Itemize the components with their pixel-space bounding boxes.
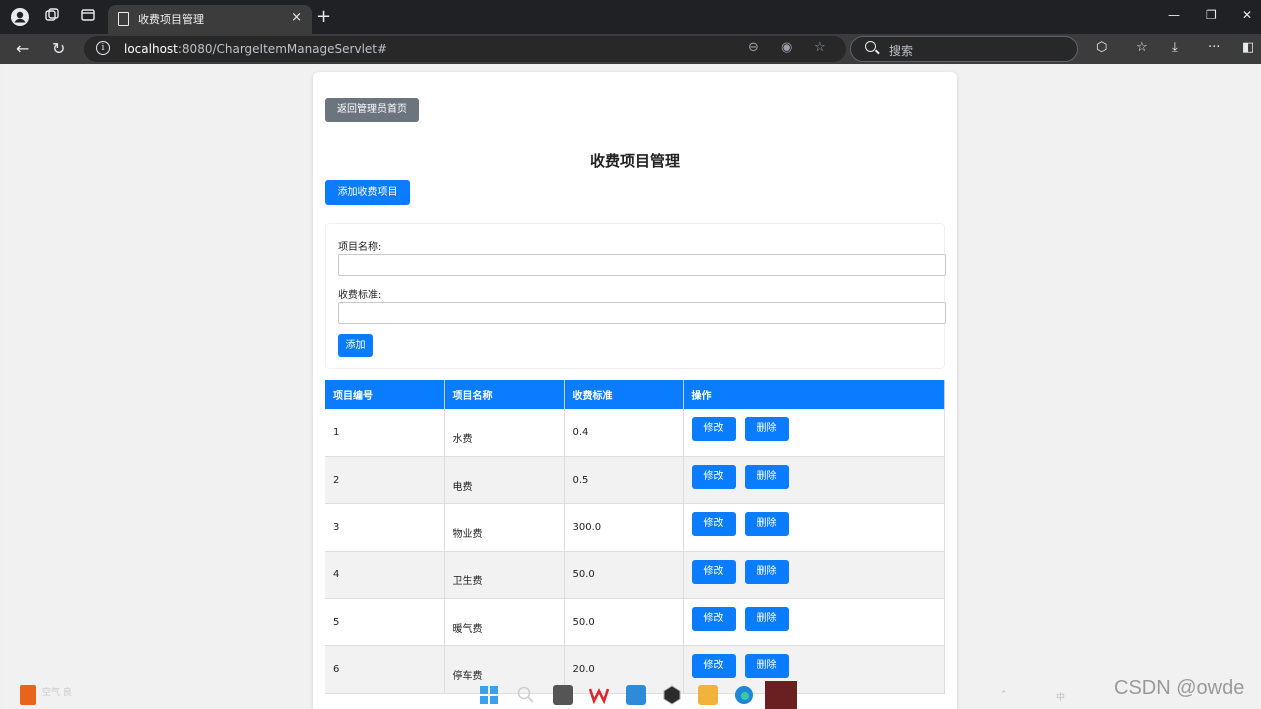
submit-add-button[interactable]: 添加 xyxy=(338,334,373,357)
cell-item-id: 3 xyxy=(325,503,445,552)
favorites-icon[interactable]: ☆ xyxy=(1136,40,1148,55)
app-icon[interactable] xyxy=(662,685,682,705)
refresh-icon[interactable]: ↻ xyxy=(52,39,65,58)
edit-button[interactable]: 修改 xyxy=(691,654,736,679)
cell-item-name: 暖气费 xyxy=(444,598,565,647)
taskbar-search-icon[interactable] xyxy=(516,685,536,705)
cell-item-name: 电费 xyxy=(444,456,565,505)
watermark: CSDN @owde xyxy=(1114,677,1245,699)
table-row: 5 暖气费 50.0 修改 删除 xyxy=(325,598,945,647)
table-header-row: 项目编号 项目名称 收费标准 操作 xyxy=(325,380,945,409)
zoom-icon[interactable]: ⊖ xyxy=(748,40,759,55)
active-tab[interactable]: 收费项目管理 × xyxy=(108,5,312,34)
back-icon[interactable]: ← xyxy=(16,39,29,58)
delete-button[interactable]: 删除 xyxy=(744,512,789,537)
edit-button[interactable]: 修改 xyxy=(691,559,736,584)
table-row: 3 物业费 300.0 修改 删除 xyxy=(325,503,945,552)
search-placeholder: 搜索 xyxy=(889,44,914,58)
browser-toolbar: ← ↻ i localhost:8080/ChargeItemManageSer… xyxy=(0,34,1261,64)
extensions-icon[interactable]: ⬡ xyxy=(1096,40,1107,55)
item-name-label: 项目名称: xyxy=(338,242,382,253)
active-app-icon[interactable] xyxy=(765,681,797,709)
cell-charge-standard: 0.5 xyxy=(564,456,684,505)
charge-standard-label: 收费标准: xyxy=(338,290,382,301)
header-item-id: 项目编号 xyxy=(325,380,445,409)
add-item-form: 项目名称: 收费标准: 添加 xyxy=(325,223,946,369)
task-view-icon[interactable] xyxy=(553,685,573,705)
restore-icon[interactable]: ❐ xyxy=(1206,8,1217,22)
cell-actions: 修改 删除 xyxy=(683,456,945,505)
url-text[interactable]: localhost:8080/ChargeItemManageServlet# xyxy=(124,42,387,56)
table-row: 4 卫生费 50.0 修改 删除 xyxy=(325,551,945,600)
charge-standard-input[interactable] xyxy=(338,302,946,324)
address-bar[interactable]: i localhost:8080/ChargeItemManageServlet… xyxy=(84,36,846,62)
file-explorer-icon[interactable] xyxy=(698,685,718,705)
cell-actions: 修改 删除 xyxy=(683,409,945,457)
header-item-name: 项目名称 xyxy=(444,380,565,409)
favorite-star-icon[interactable]: ☆ xyxy=(814,40,826,55)
cell-actions: 修改 删除 xyxy=(683,551,945,600)
cell-item-id: 5 xyxy=(325,598,445,647)
header-actions: 操作 xyxy=(683,380,945,409)
page-icon xyxy=(118,12,129,26)
back-to-admin-button[interactable]: 返回管理员首页 xyxy=(325,98,419,122)
search-icon xyxy=(865,41,876,52)
edit-button[interactable]: 修改 xyxy=(691,512,736,537)
table-row: 1 水费 0.4 修改 删除 xyxy=(325,409,945,457)
close-window-icon[interactable]: ✕ xyxy=(1242,8,1252,22)
close-tab-icon[interactable]: × xyxy=(291,10,302,25)
edge-icon[interactable] xyxy=(734,685,754,705)
cell-charge-standard: 50.0 xyxy=(564,551,684,600)
page-viewport: 返回管理员首页 收费项目管理 添加收费项目 项目名称: 收费标准: 添加 项目编… xyxy=(5,64,1261,709)
cell-actions: 修改 删除 xyxy=(683,503,945,552)
store-icon[interactable] xyxy=(626,685,646,705)
new-tab-button[interactable]: + xyxy=(316,6,331,27)
cell-actions: 修改 删除 xyxy=(683,598,945,647)
tab-title: 收费项目管理 xyxy=(138,13,204,26)
tab-actions-icon[interactable] xyxy=(78,7,98,27)
edit-button[interactable]: 修改 xyxy=(691,417,736,441)
input-language[interactable]: 中 xyxy=(1056,690,1065,703)
delete-button[interactable]: 删除 xyxy=(744,417,789,441)
cell-item-id: 1 xyxy=(325,409,445,457)
item-name-input[interactable] xyxy=(338,254,946,276)
downloads-icon[interactable]: ⤓ xyxy=(1172,40,1178,55)
sidebar-icon[interactable]: ◧ xyxy=(1242,40,1254,55)
tray-chevron-icon[interactable]: ⌃ xyxy=(1000,690,1008,700)
charge-items-table: 项目编号 项目名称 收费标准 操作 1 水费 0.4 修改 删除 2 电费 0.… xyxy=(325,380,945,694)
edit-button[interactable]: 修改 xyxy=(691,464,736,489)
delete-button[interactable]: 删除 xyxy=(744,654,789,679)
profile-icon[interactable] xyxy=(10,7,30,27)
delete-button[interactable]: 删除 xyxy=(744,464,789,489)
workspaces-icon[interactable] xyxy=(42,7,62,27)
browser-tab-bar: 收费项目管理 × + — ❐ ✕ xyxy=(0,0,1261,34)
immersive-reader-icon[interactable]: ◉ xyxy=(781,40,792,55)
wps-icon[interactable] xyxy=(588,685,610,705)
search-box[interactable]: 搜索 xyxy=(850,36,1078,62)
table-row: 2 电费 0.5 修改 删除 xyxy=(325,456,945,505)
header-charge-standard: 收费标准 xyxy=(564,380,684,409)
cell-item-name: 水费 xyxy=(444,409,565,457)
site-info-icon[interactable]: i xyxy=(96,41,110,55)
cell-item-name: 卫生费 xyxy=(444,551,565,600)
page-title: 收费项目管理 xyxy=(589,152,680,170)
start-icon[interactable] xyxy=(479,685,499,705)
cell-item-name: 物业费 xyxy=(444,503,565,552)
cell-charge-standard: 50.0 xyxy=(564,598,684,647)
edit-button[interactable]: 修改 xyxy=(691,607,736,632)
taskbar xyxy=(0,681,1261,709)
more-icon[interactable]: ··· xyxy=(1208,40,1220,55)
add-charge-item-button[interactable]: 添加收费项目 xyxy=(325,180,410,205)
cell-charge-standard: 0.4 xyxy=(564,409,684,457)
cell-item-id: 2 xyxy=(325,456,445,505)
minimize-icon[interactable]: — xyxy=(1168,8,1180,22)
content-card: 返回管理员首页 收费项目管理 添加收费项目 项目名称: 收费标准: 添加 项目编… xyxy=(313,72,957,709)
cell-item-id: 4 xyxy=(325,551,445,600)
delete-button[interactable]: 删除 xyxy=(744,559,789,584)
delete-button[interactable]: 删除 xyxy=(744,607,789,632)
cell-charge-standard: 300.0 xyxy=(564,503,684,552)
